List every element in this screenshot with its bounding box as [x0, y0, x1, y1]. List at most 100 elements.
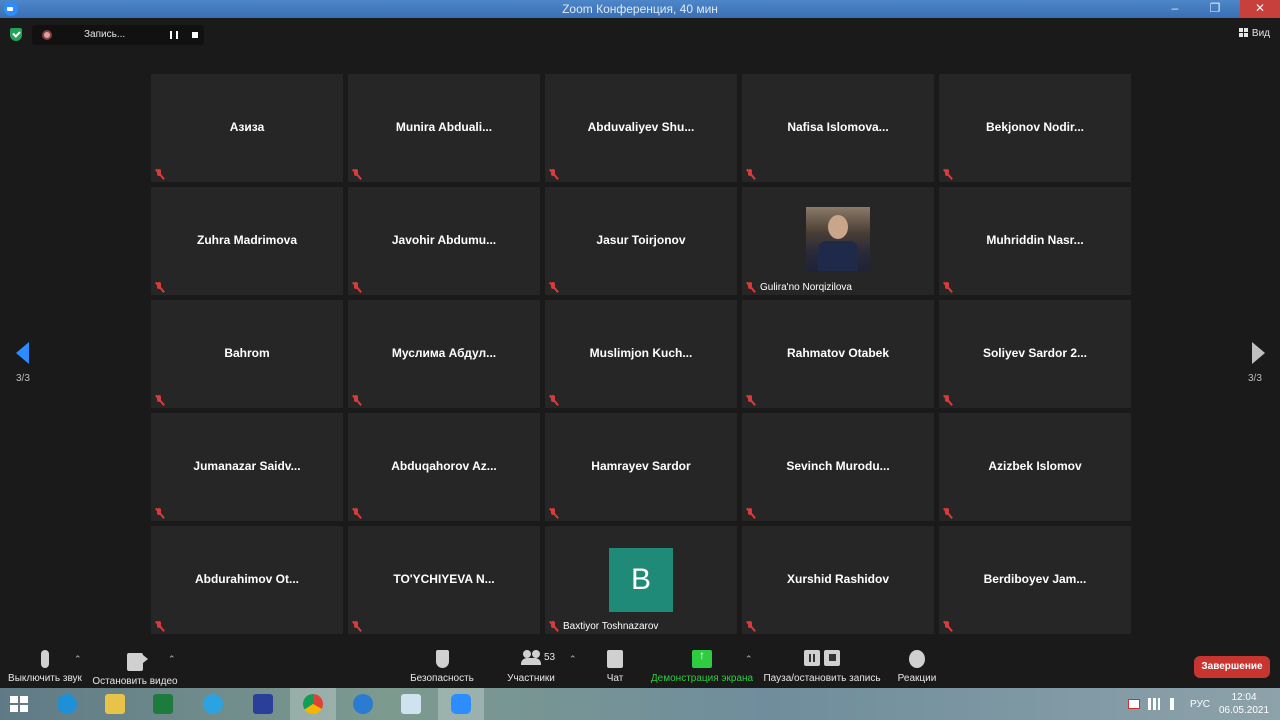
- participant-name: Abdurahimov Ot...: [194, 572, 299, 586]
- flag-icon[interactable]: [1128, 699, 1140, 709]
- network-signal-icon[interactable]: [1148, 698, 1160, 710]
- security-button[interactable]: Безопасность: [406, 644, 478, 688]
- participant-gallery: Азиза Munira Abduali... Abduvaliyev Shu.…: [151, 74, 1131, 634]
- participant-name: Abduqahorov Az...: [391, 459, 497, 473]
- participant-tile[interactable]: Sevinch Murodu...: [742, 413, 934, 521]
- record-label: Пауза/остановить запись: [763, 673, 881, 684]
- chat-button[interactable]: Чат: [596, 644, 634, 688]
- participant-name: Jasur Toirjonov: [596, 233, 686, 247]
- system-clock[interactable]: 12:04 06.05.2021: [1216, 691, 1272, 717]
- muted-mic-icon: [154, 282, 165, 293]
- zoom-icon: [451, 694, 471, 714]
- muted-mic-icon: [942, 169, 953, 180]
- internet-explorer-icon: [57, 694, 77, 714]
- participant-tile[interactable]: Xurshid Rashidov: [742, 526, 934, 634]
- mute-label: Выключить звук: [8, 673, 82, 684]
- video-options-chevron-icon[interactable]: ⌃: [168, 654, 176, 665]
- participant-tile[interactable]: Soliyev Sardor 2...: [939, 300, 1131, 408]
- participant-tile[interactable]: Rahmatov Otabek: [742, 300, 934, 408]
- participant-tile[interactable]: Javohir Abdumu...: [348, 187, 540, 295]
- muted-mic-icon: [745, 395, 756, 406]
- participant-tile-video[interactable]: Gulira'no Norqizilova: [742, 187, 934, 295]
- pause-stop-recording-icon: [804, 650, 840, 668]
- start-button[interactable]: [0, 688, 40, 720]
- participant-tile[interactable]: Муслима Абдул...: [348, 300, 540, 408]
- muted-mic-icon: [154, 508, 165, 519]
- participant-name: Bahrom: [224, 346, 270, 360]
- reactions-label: Реакции: [897, 673, 937, 684]
- taskbar-save-app[interactable]: [240, 688, 286, 720]
- taskbar-notepad[interactable]: [388, 688, 434, 720]
- muted-mic-icon: [548, 395, 559, 406]
- notepad-icon: [401, 694, 421, 714]
- participant-tile[interactable]: TO'YCHIYEVA N...: [348, 526, 540, 634]
- participant-name: Hamrayev Sardor: [591, 459, 691, 473]
- participant-tile[interactable]: Abduvaliyev Shu...: [545, 74, 737, 182]
- participant-tile[interactable]: Berdiboyev Jam...: [939, 526, 1131, 634]
- muted-mic-icon: [154, 169, 165, 180]
- mute-button[interactable]: Выключить звук: [4, 644, 86, 688]
- participant-tile[interactable]: Nafisa Islomova...: [742, 74, 934, 182]
- participant-tile[interactable]: Muslimjon Kuch...: [545, 300, 737, 408]
- participant-tile[interactable]: Azizbek Islomov: [939, 413, 1131, 521]
- encryption-shield-icon[interactable]: [10, 28, 22, 41]
- muted-mic-icon: [942, 621, 953, 632]
- maximize-button[interactable]: ❐: [1202, 0, 1228, 18]
- stop-recording-icon[interactable]: [192, 32, 198, 38]
- taskbar-telegram[interactable]: [190, 688, 236, 720]
- muted-mic-icon: [154, 395, 165, 406]
- participants-button[interactable]: Участники: [502, 644, 560, 688]
- participant-tile[interactable]: Zuhra Madrimova: [151, 187, 343, 295]
- share-options-chevron-icon[interactable]: ⌃: [745, 654, 753, 665]
- participants-options-chevron-icon[interactable]: ⌃: [569, 654, 577, 665]
- reactions-button[interactable]: Реакции: [894, 644, 940, 688]
- security-shield-icon: [435, 650, 449, 668]
- participant-video-thumbnail: [806, 207, 870, 271]
- participant-tile[interactable]: Jumanazar Saidv...: [151, 413, 343, 521]
- volume-icon[interactable]: [1170, 698, 1182, 710]
- end-meeting-button[interactable]: Завершение: [1194, 656, 1270, 678]
- record-dot-icon: [42, 30, 52, 40]
- next-page-arrow-icon[interactable]: [1252, 342, 1265, 364]
- taskbar-excel[interactable]: [140, 688, 186, 720]
- participant-tile[interactable]: Jasur Toirjonov: [545, 187, 737, 295]
- participant-name: Azizbek Islomov: [988, 459, 1082, 473]
- participant-tile[interactable]: Abduqahorov Az...: [348, 413, 540, 521]
- participant-tile[interactable]: Bekjonov Nodir...: [939, 74, 1131, 182]
- participant-tile[interactable]: Abdurahimov Ot...: [151, 526, 343, 634]
- participant-tile[interactable]: Bahrom: [151, 300, 343, 408]
- share-screen-button[interactable]: Демонстрация экрана: [650, 644, 754, 688]
- language-indicator[interactable]: РУС: [1190, 699, 1210, 720]
- participant-tile-avatar[interactable]: B Baxtiyor Toshnazarov: [545, 526, 737, 634]
- participant-name: Muslimjon Kuch...: [589, 346, 693, 360]
- taskbar-chrome[interactable]: [290, 688, 336, 720]
- windows-logo-icon: [10, 696, 28, 712]
- minimize-button[interactable]: –: [1162, 0, 1188, 18]
- previous-page-arrow-icon[interactable]: [16, 342, 29, 364]
- taskbar-browser[interactable]: [340, 688, 386, 720]
- pause-stop-recording-button[interactable]: Пауза/остановить запись: [762, 644, 882, 688]
- taskbar-file-explorer[interactable]: [92, 688, 138, 720]
- participant-tile[interactable]: Hamrayev Sardor: [545, 413, 737, 521]
- pause-recording-icon[interactable]: [170, 31, 178, 39]
- participant-name: Азиза: [229, 120, 265, 134]
- participant-name: Abduvaliyev Shu...: [587, 120, 695, 134]
- chrome-icon: [303, 694, 323, 714]
- taskbar-zoom[interactable]: [438, 688, 484, 720]
- participant-tile[interactable]: Munira Abduali...: [348, 74, 540, 182]
- clock-time: 12:04: [1231, 692, 1257, 703]
- audio-options-chevron-icon[interactable]: ⌃: [74, 654, 82, 665]
- participant-tile[interactable]: Muhriddin Nasr...: [939, 187, 1131, 295]
- chat-label: Чат: [606, 673, 624, 684]
- participant-name: Zuhra Madrimova: [196, 233, 298, 247]
- taskbar-internet-explorer[interactable]: [44, 688, 90, 720]
- participant-caption: Gulira'no Norqizilova: [760, 282, 852, 293]
- participant-tile[interactable]: Азиза: [151, 74, 343, 182]
- windows-taskbar: РУС 12:04 06.05.2021: [0, 688, 1280, 720]
- muted-mic-icon: [745, 508, 756, 519]
- participant-caption: Baxtiyor Toshnazarov: [563, 621, 659, 632]
- stop-video-button[interactable]: Остановить видео: [90, 644, 180, 688]
- recording-label: Запись...: [84, 29, 126, 40]
- close-button[interactable]: ✕: [1240, 0, 1280, 18]
- view-button[interactable]: Вид: [1238, 28, 1270, 39]
